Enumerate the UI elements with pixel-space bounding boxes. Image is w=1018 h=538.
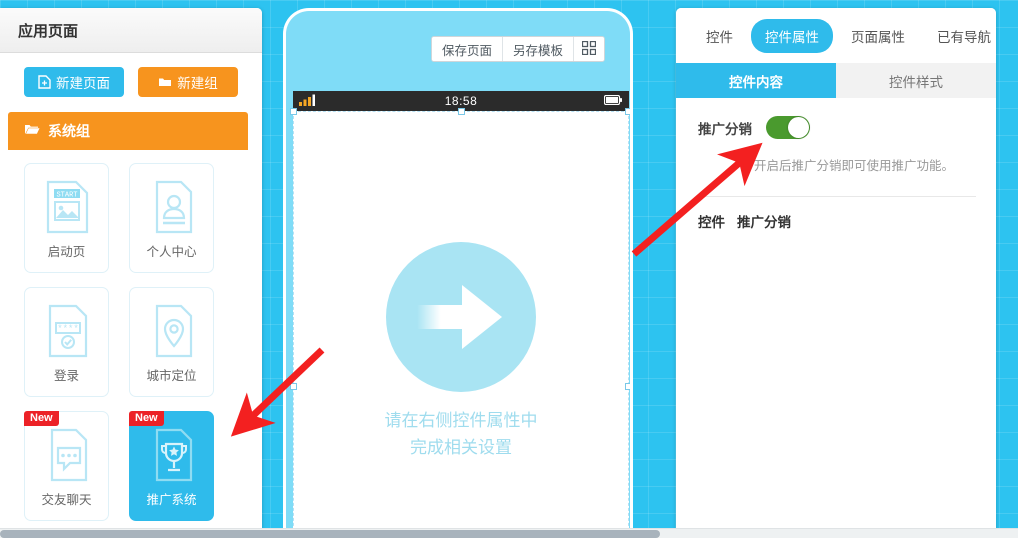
- page-card-login[interactable]: **** 登录: [24, 287, 109, 397]
- trophy-icon: [149, 428, 195, 482]
- page-card-chat[interactable]: New 交友聊天: [24, 411, 109, 521]
- phone-screen-canvas[interactable]: 请在右侧控件属性中 完成相关设置: [290, 108, 630, 538]
- page-card-label: 交友聊天: [41, 492, 92, 507]
- page-card-label: 个人中心: [146, 244, 197, 259]
- promotion-distribution-label: 推广分销: [698, 121, 752, 138]
- arrow-right-circle-icon: [386, 242, 536, 392]
- app-pages-panel: 应用页面 新建页面 新建组 系统组 START 启动页 个人中心 **** 登录…: [0, 8, 262, 530]
- new-page-button[interactable]: 新建页面: [24, 67, 124, 97]
- page-card-label: 推广系统: [146, 492, 197, 507]
- save-page-button[interactable]: 保存页面: [431, 37, 503, 61]
- login-password-icon: ****: [44, 304, 90, 358]
- scrollbar-thumb[interactable]: [0, 530, 660, 538]
- widget-info-value: 推广分销: [737, 215, 791, 231]
- placeholder-line-1: 请在右侧控件属性中: [384, 411, 538, 431]
- new-group-button-label: 新建组: [177, 76, 218, 92]
- sub-tab-bar: 控件内容 控件样式: [676, 63, 996, 98]
- folder-icon: [158, 76, 172, 88]
- group-header-system[interactable]: 系统组: [8, 112, 248, 150]
- page-card-promotion-system[interactable]: New 推广系统: [129, 411, 214, 521]
- subtab-widget-content[interactable]: 控件内容: [676, 63, 836, 98]
- horizontal-scrollbar[interactable]: [0, 528, 1018, 538]
- location-pin-icon: [149, 304, 195, 358]
- tab-widget-properties[interactable]: 控件属性: [751, 18, 833, 53]
- subtab-widget-style[interactable]: 控件样式: [836, 63, 996, 98]
- page-card-label: 城市定位: [146, 368, 197, 383]
- qrcode-button[interactable]: [574, 37, 604, 61]
- tab-page-properties[interactable]: 页面属性: [837, 19, 919, 53]
- page-title: 应用页面: [0, 8, 262, 53]
- phone-toolbar: 保存页面 另存模板: [430, 36, 605, 62]
- widget-info-row: 控件 推广分销: [676, 197, 996, 231]
- tab-widgets[interactable]: 控件: [692, 19, 747, 53]
- new-badge: New: [24, 411, 59, 426]
- user-profile-icon: [149, 180, 195, 234]
- placeholder-text: 请在右侧控件属性中 完成相关设置: [385, 408, 538, 462]
- status-bar-time: 18:58: [444, 94, 478, 108]
- tab-existing-navigation[interactable]: 已有导航: [923, 19, 996, 53]
- battery-icon: [603, 94, 622, 108]
- widget-properties-panel: 控件 控件属性 页面属性 已有导航 控件内容 控件样式 推广分销 开启后推广分销…: [676, 8, 996, 530]
- promotion-distribution-toggle[interactable]: [766, 116, 810, 139]
- resize-handle-top-left[interactable]: [290, 108, 297, 115]
- widget-info-key: 控件: [698, 215, 725, 231]
- main-tab-bar: 控件 控件属性 页面属性 已有导航: [676, 8, 996, 63]
- file-plus-icon: [38, 75, 51, 89]
- toggle-knob: [788, 117, 809, 138]
- start-page-icon: START: [44, 180, 90, 234]
- placeholder-line-2: 完成相关设置: [410, 438, 512, 459]
- svg-text:****: ****: [57, 324, 79, 334]
- promotion-distribution-row: 推广分销: [676, 98, 996, 139]
- phone-preview-panel: 保存页面 另存模板 18:58 请在右侧控件属性中 完成相关设置: [283, 8, 633, 538]
- page-card-startup[interactable]: START 启动页: [24, 163, 109, 273]
- folder-open-icon: [24, 123, 40, 140]
- page-card-grid: START 启动页 个人中心 **** 登录 城市定位 New 交友聊天 New…: [8, 157, 248, 530]
- widget-placeholder: 请在右侧控件属性中 完成相关设置: [294, 242, 628, 462]
- promotion-distribution-hint: 开启后推广分销即可使用推广功能。: [754, 158, 955, 173]
- resize-handle-top-right[interactable]: [625, 108, 630, 115]
- group-header-label: 系统组: [48, 124, 90, 140]
- page-card-label: 登录: [53, 368, 79, 383]
- new-group-button[interactable]: 新建组: [138, 67, 238, 97]
- page-card-profile[interactable]: 个人中心: [129, 163, 214, 273]
- new-badge: New: [129, 411, 164, 426]
- page-card-city-location[interactable]: 城市定位: [129, 287, 214, 397]
- page-card-label: 启动页: [47, 244, 86, 259]
- save-template-button[interactable]: 另存模板: [502, 37, 574, 61]
- left-panel-actions: 新建页面 新建组: [0, 53, 262, 107]
- chat-bubble-icon: [44, 428, 90, 482]
- resize-handle-top-center[interactable]: [458, 108, 465, 115]
- svg-text:START: START: [56, 192, 77, 200]
- new-page-button-label: 新建页面: [56, 76, 110, 92]
- qrcode-icon: [581, 40, 597, 58]
